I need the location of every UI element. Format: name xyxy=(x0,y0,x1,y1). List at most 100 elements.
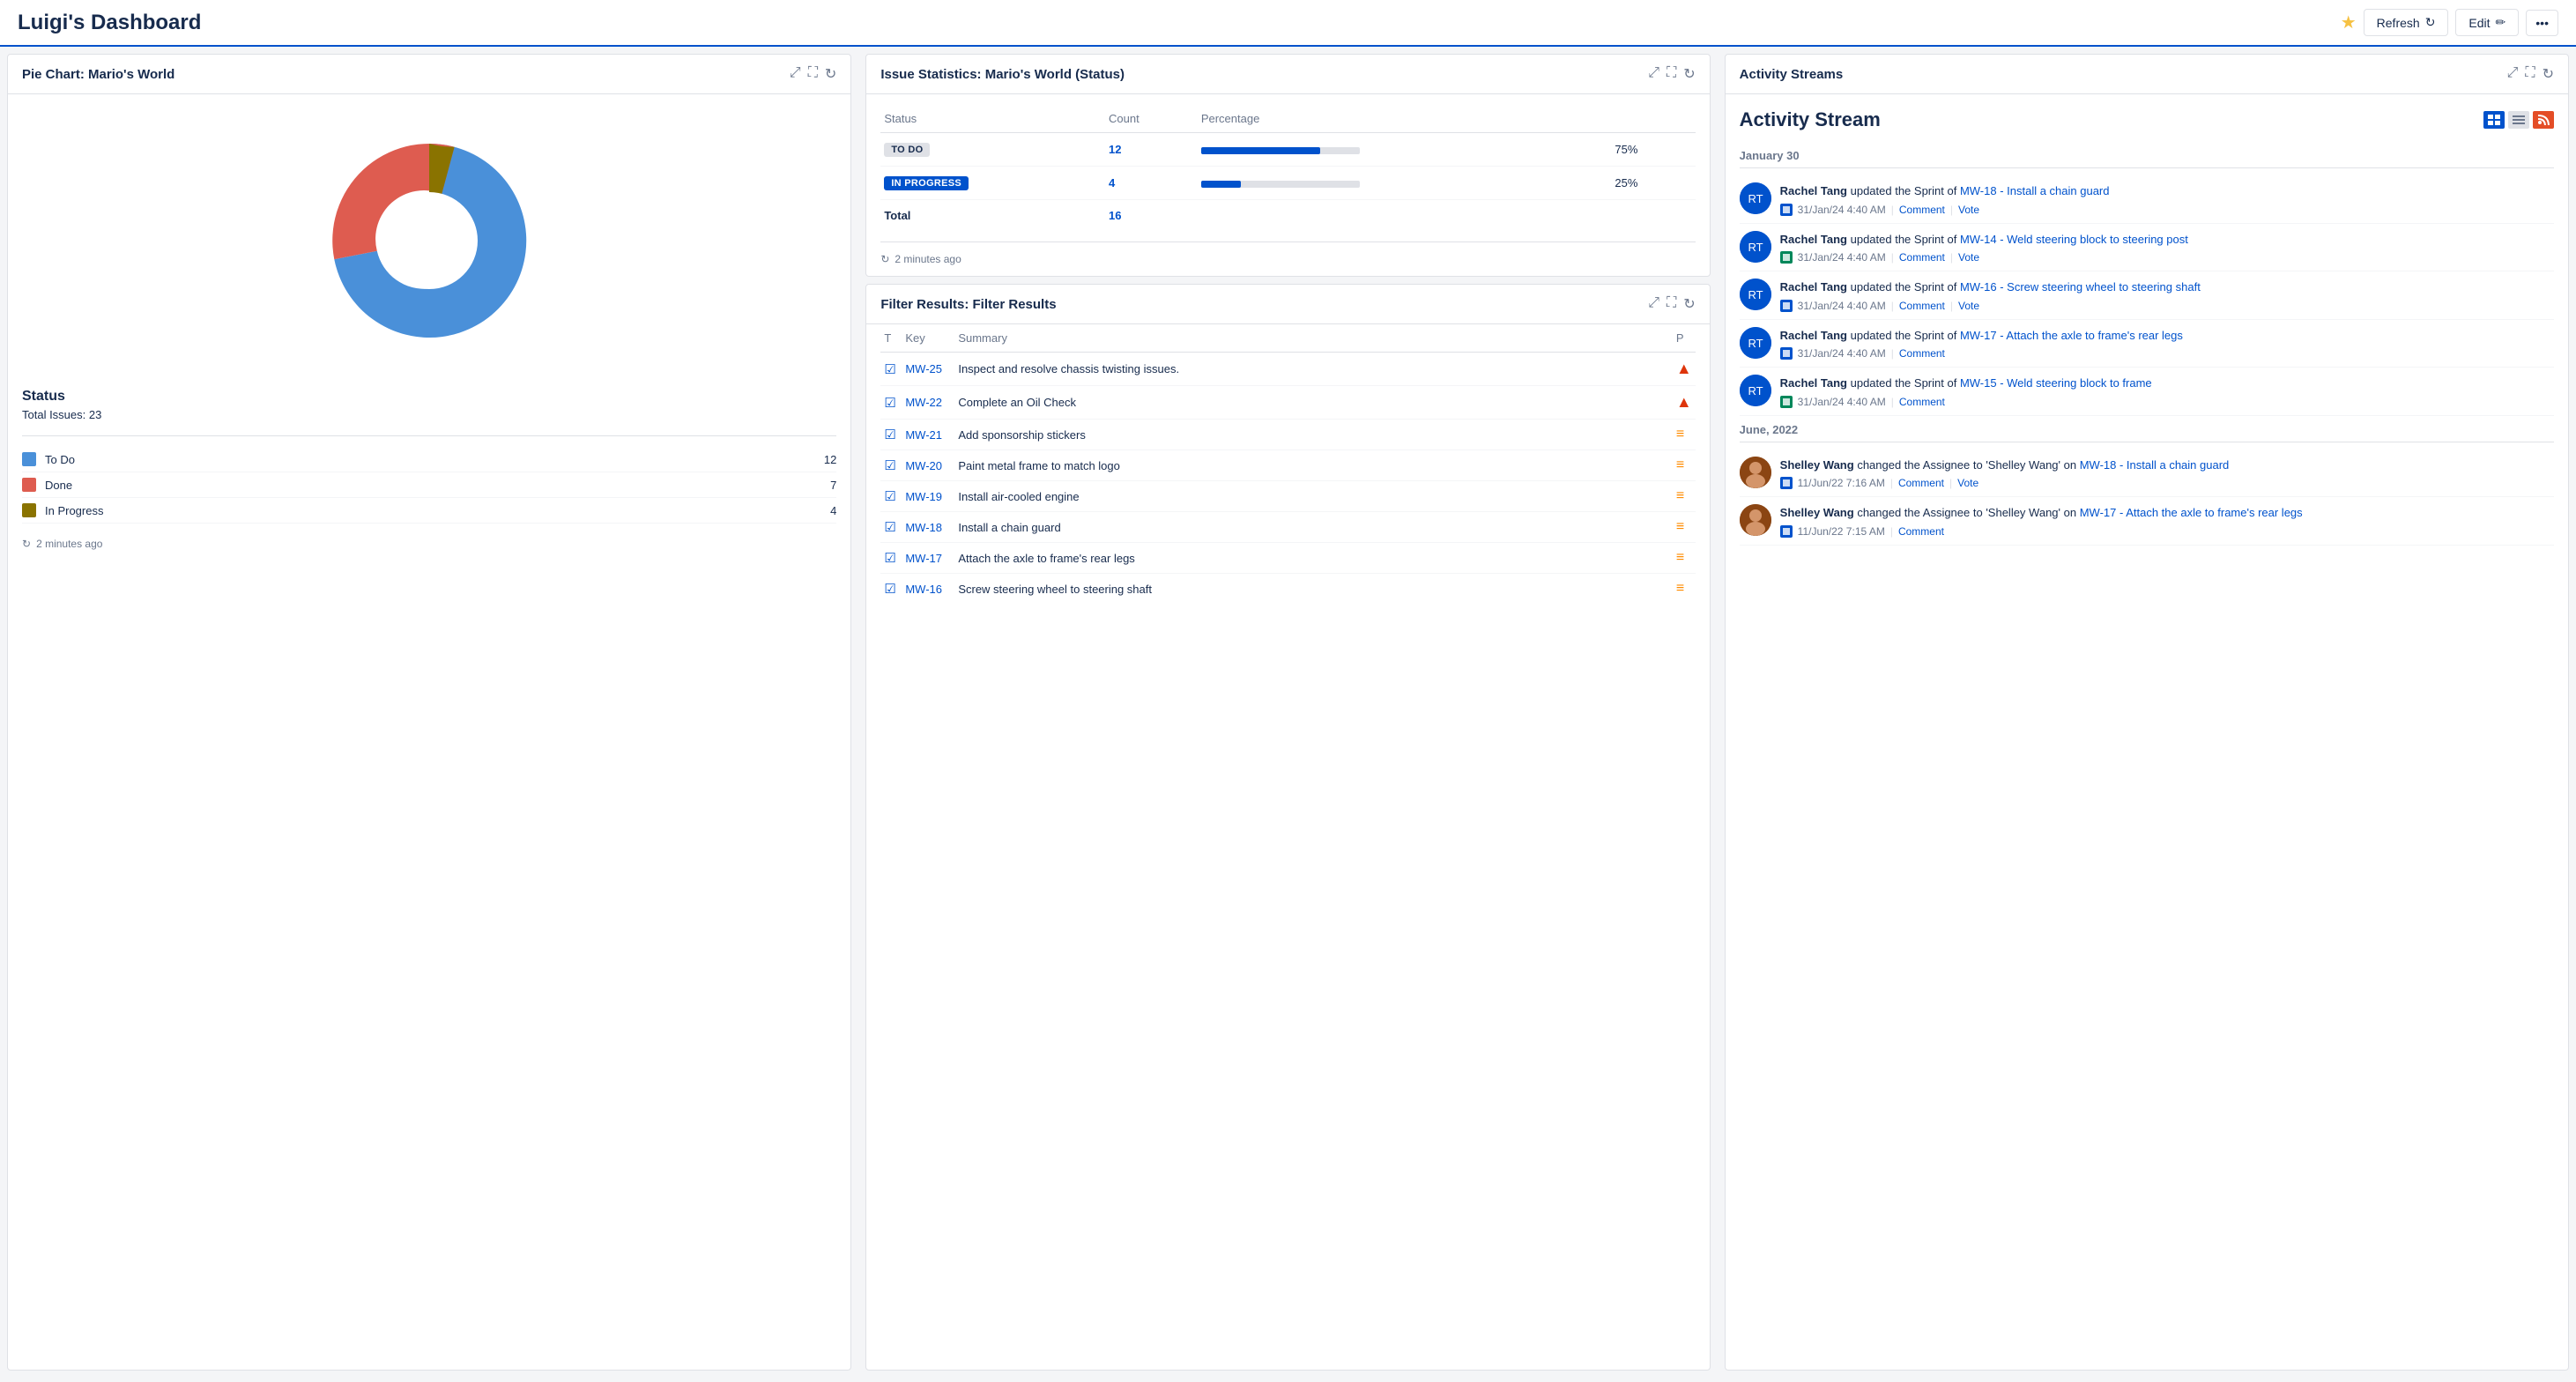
todo-count-link[interactable]: 12 xyxy=(1109,143,1121,156)
done-color xyxy=(22,478,36,492)
activity-user[interactable]: Rachel Tang xyxy=(1780,376,1847,390)
refresh-panel-icon[interactable]: ↻ xyxy=(825,65,836,83)
legend-item-inprogress: In Progress 4 xyxy=(22,498,836,524)
filter-table: T Key Summary P ☑ MW-25 Inspect and reso… xyxy=(880,324,1695,604)
activity-action-comment[interactable]: Comment xyxy=(1899,204,1945,216)
activity-action-vote[interactable]: Vote xyxy=(1958,204,1979,216)
inprogress-progress-fill xyxy=(1201,181,1241,188)
activity-item: RTRachel Tang updated the Sprint of MW-1… xyxy=(1740,224,2554,272)
task-type-icon: ☑ xyxy=(884,427,895,442)
activity-user[interactable]: Rachel Tang xyxy=(1780,280,1847,293)
pie-chart-title: Pie Chart: Mario's World xyxy=(22,67,174,82)
activity-action-vote[interactable]: Vote xyxy=(1957,477,1978,489)
activity-action-comment[interactable]: Comment xyxy=(1899,347,1945,360)
total-count-link[interactable]: 16 xyxy=(1109,209,1121,222)
issue-stats-body: Status Count Percentage TO DO 12 xyxy=(866,94,1709,276)
header: Luigi's Dashboard ★ Refresh ↻ Edit ✏ ••• xyxy=(0,0,2576,47)
activity-view-icons xyxy=(2483,111,2554,129)
stats-refresh-time: 2 minutes ago xyxy=(895,253,961,265)
activity-streams-title: Activity Streams xyxy=(1740,67,1844,82)
activity-link[interactable]: MW-16 - Screw steering wheel to steering… xyxy=(1960,280,2201,293)
activity-item-text: Rachel Tang updated the Sprint of MW-17 … xyxy=(1780,327,2554,345)
key-link[interactable]: MW-20 xyxy=(905,459,942,472)
activity-action-comment[interactable]: Comment xyxy=(1898,525,1944,538)
legend-item-todo: To Do 12 xyxy=(22,447,836,472)
key-link[interactable]: MW-25 xyxy=(905,362,942,375)
activity-link[interactable]: MW-18 - Install a chain guard xyxy=(1960,184,2110,197)
activity-item-meta: 31/Jan/24 4:40 AM|Comment xyxy=(1780,396,2554,408)
activity-content: January 30RTRachel Tang updated the Spri… xyxy=(1740,142,2554,546)
collapse-icon-filter[interactable]: ⤢ xyxy=(1648,295,1659,313)
todo-count: 12 xyxy=(824,453,836,466)
refresh-icon-filter[interactable]: ↻ xyxy=(1683,295,1695,313)
star-icon[interactable]: ★ xyxy=(2341,11,2357,33)
col-summary: Summary xyxy=(954,324,1673,353)
activity-timestamp: 31/Jan/24 4:40 AM xyxy=(1798,204,1886,216)
activity-type-icon xyxy=(1780,300,1793,312)
expand-icon-activity[interactable]: ⛶ xyxy=(2525,65,2535,83)
todo-progress-bg xyxy=(1201,147,1360,154)
activity-timestamp: 11/Jun/22 7:15 AM xyxy=(1798,525,1885,538)
activity-action-comment[interactable]: Comment xyxy=(1899,251,1945,264)
key-link[interactable]: MW-16 xyxy=(905,583,942,596)
refresh-icon-activity[interactable]: ↻ xyxy=(2543,65,2554,83)
activity-link[interactable]: MW-15 - Weld steering block to frame xyxy=(1960,376,2152,390)
activity-link[interactable]: MW-18 - Install a chain guard xyxy=(2080,458,2230,472)
filter-table-row: ☑ MW-20 Paint metal frame to match logo … xyxy=(880,450,1695,481)
inprogress-count-link[interactable]: 4 xyxy=(1109,176,1115,189)
collapse-icon[interactable]: ⤢ xyxy=(790,65,801,83)
key-link[interactable]: MW-18 xyxy=(905,521,942,534)
activity-user[interactable]: Shelley Wang xyxy=(1780,458,1854,472)
expand-icon-stats[interactable]: ⛶ xyxy=(1667,65,1676,83)
activity-user[interactable]: Rachel Tang xyxy=(1780,184,1847,197)
activity-user[interactable]: Shelley Wang xyxy=(1780,506,1854,519)
refresh-icon: ↻ xyxy=(2425,15,2436,30)
donut-hole xyxy=(381,192,478,289)
activity-link[interactable]: MW-14 - Weld steering block to steering … xyxy=(1960,233,2188,246)
filter-table-row: ☑ MW-19 Install air-cooled engine ≡ xyxy=(880,481,1695,512)
more-button[interactable]: ••• xyxy=(2526,10,2558,36)
rss-icon[interactable] xyxy=(2533,111,2554,129)
expand-icon-filter[interactable]: ⛶ xyxy=(1667,295,1676,313)
expand-icon[interactable]: ⛶ xyxy=(808,65,818,83)
activity-item-meta: 31/Jan/24 4:40 AM|Comment|Vote xyxy=(1780,300,2554,312)
activity-user[interactable]: Rachel Tang xyxy=(1780,329,1847,342)
activity-action-comment[interactable]: Comment xyxy=(1899,396,1945,408)
legend-title: Status xyxy=(22,389,836,405)
pie-chart-body: Status Total Issues: 23 To Do 12 Done 7 … xyxy=(8,94,850,1370)
grid-view-icon[interactable] xyxy=(2483,111,2505,129)
key-link[interactable]: MW-21 xyxy=(905,428,942,442)
svg-text:RT: RT xyxy=(1748,288,1763,301)
key-link[interactable]: MW-19 xyxy=(905,490,942,503)
filter-table-row: ☑ MW-25 Inspect and resolve chassis twis… xyxy=(880,353,1695,386)
activity-action-vote[interactable]: Vote xyxy=(1958,251,1979,264)
activity-link[interactable]: MW-17 - Attach the axle to frame's rear … xyxy=(2080,506,2303,519)
activity-item-content: Shelley Wang changed the Assignee to 'Sh… xyxy=(1780,504,2554,538)
col-count: Count xyxy=(1105,105,1198,133)
refresh-icon-stats[interactable]: ↻ xyxy=(1683,65,1695,83)
pie-legend: Status Total Issues: 23 To Do 12 Done 7 … xyxy=(22,389,836,524)
key-link[interactable]: MW-17 xyxy=(905,552,942,565)
priority-medium-icon: ≡ xyxy=(1676,550,1684,565)
task-type-icon: ☑ xyxy=(884,458,895,473)
donut-chart xyxy=(306,117,553,364)
activity-item: Shelley Wang changed the Assignee to 'Sh… xyxy=(1740,450,2554,498)
activity-timestamp: 31/Jan/24 4:40 AM xyxy=(1798,300,1886,312)
collapse-icon-activity[interactable]: ⤢ xyxy=(2507,65,2519,83)
activity-action-vote[interactable]: Vote xyxy=(1958,300,1979,312)
key-link[interactable]: MW-22 xyxy=(905,396,942,409)
activity-link[interactable]: MW-17 - Attach the axle to frame's rear … xyxy=(1960,329,2183,342)
activity-action-comment[interactable]: Comment xyxy=(1898,477,1944,489)
activity-item: RTRachel Tang updated the Sprint of MW-1… xyxy=(1740,320,2554,368)
activity-user[interactable]: Rachel Tang xyxy=(1780,233,1847,246)
todo-badge: TO DO xyxy=(884,143,930,157)
col-pct-val xyxy=(1604,105,1695,133)
task-type-icon: ☑ xyxy=(884,489,895,504)
edit-button[interactable]: Edit ✏ xyxy=(2455,9,2519,36)
priority-high-icon: ▲ xyxy=(1676,393,1692,411)
activity-type-icon xyxy=(1780,525,1793,538)
activity-action-comment[interactable]: Comment xyxy=(1899,300,1945,312)
list-view-icon[interactable] xyxy=(2508,111,2529,129)
collapse-icon-stats[interactable]: ⤢ xyxy=(1648,65,1659,83)
refresh-button[interactable]: Refresh ↻ xyxy=(2364,9,2449,36)
